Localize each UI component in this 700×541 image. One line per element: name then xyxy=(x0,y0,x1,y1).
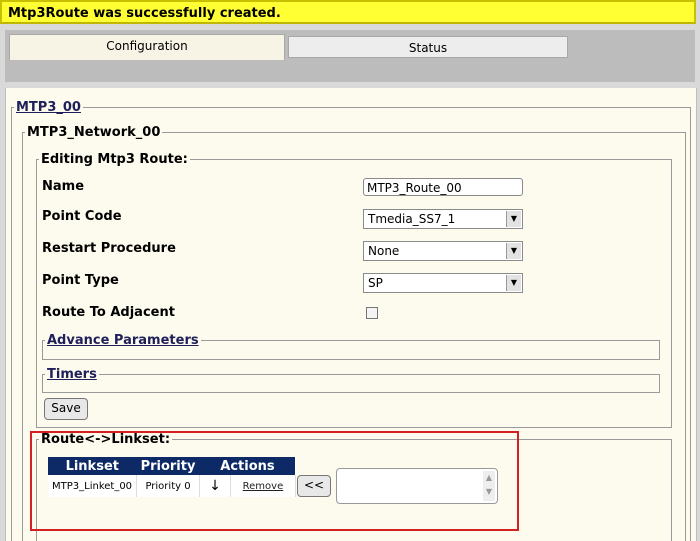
point-type-select[interactable]: SP ▼ xyxy=(363,273,523,293)
legend-mtp3[interactable]: MTP3_00 xyxy=(14,100,83,115)
move-left-button[interactable]: << xyxy=(297,475,331,497)
dropdown-arrow-icon[interactable]: ▼ xyxy=(506,211,521,227)
legend-network: MTP3_Network_00 xyxy=(27,125,161,140)
tab-configuration[interactable]: Configuration xyxy=(9,34,285,60)
route-to-adjacent-label: Route To Adjacent xyxy=(42,305,175,320)
route-to-adjacent-checkbox[interactable] xyxy=(366,307,378,319)
legend-advance-parameters[interactable]: Advance Parameters xyxy=(45,333,201,348)
priority-cell: Priority 0 xyxy=(136,475,200,497)
arrow-down-icon[interactable]: ↓ xyxy=(199,475,231,497)
fieldset-timers: Timers xyxy=(42,367,660,393)
linkset-cell: MTP3_Linket_00 xyxy=(48,475,138,497)
remove-link[interactable]: Remove xyxy=(230,475,296,497)
table-row: MTP3_Linket_00 Priority 0 ↓ Remove xyxy=(48,475,296,497)
name-label: Name xyxy=(42,179,85,194)
dropdown-arrow-icon[interactable]: ▼ xyxy=(506,243,521,259)
column-header-actions: Actions xyxy=(199,457,296,475)
point-type-value: SP xyxy=(368,276,383,290)
restart-procedure-value: None xyxy=(368,244,400,258)
tab-bar: Configuration Status xyxy=(5,30,695,82)
legend-editing: Editing Mtp3 Route: xyxy=(41,152,188,167)
point-code-label: Point Code xyxy=(42,209,122,224)
column-header-linkset: Linkset xyxy=(48,457,137,475)
fieldset-advance: Advance Parameters xyxy=(42,333,660,360)
point-type-label: Point Type xyxy=(42,273,119,288)
scrollbar[interactable]: ▲ ▼ xyxy=(483,471,495,501)
name-input[interactable]: MTP3_Route_00 xyxy=(363,178,523,196)
point-code-select[interactable]: Tmedia_SS7_1 ▼ xyxy=(363,209,523,229)
tab-status[interactable]: Status xyxy=(288,36,568,58)
restart-procedure-label: Restart Procedure xyxy=(42,241,176,256)
column-header-priority: Priority xyxy=(136,457,200,475)
main-content: MTP3_00 MTP3_Network_00 Editing Mtp3 Rou… xyxy=(5,88,697,541)
linkset-listbox[interactable]: ▲ ▼ xyxy=(336,468,498,504)
restart-procedure-select[interactable]: None ▼ xyxy=(363,241,523,261)
success-banner: Mtp3Route was successfully created. xyxy=(0,0,696,24)
dropdown-arrow-icon[interactable]: ▼ xyxy=(506,275,521,291)
linkset-table: Linkset Priority Actions MTP3_Linket_00 … xyxy=(48,457,296,497)
save-button[interactable]: Save xyxy=(44,398,88,420)
point-code-value: Tmedia_SS7_1 xyxy=(368,212,456,226)
legend-timers[interactable]: Timers xyxy=(45,367,99,382)
